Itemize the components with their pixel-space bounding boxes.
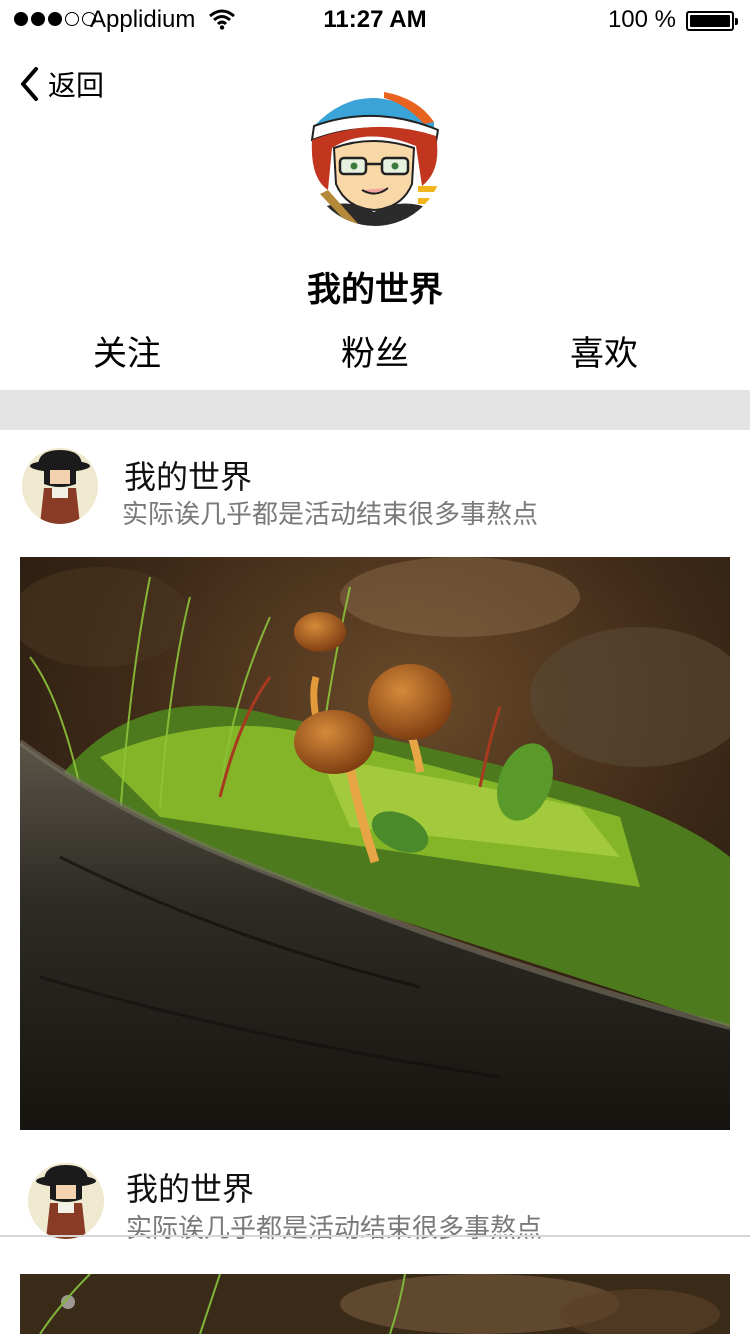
status-bar: Applidium 11:27 AM 100 % bbox=[0, 0, 750, 40]
post-author-avatar[interactable] bbox=[28, 1163, 104, 1239]
profile-name: 我的世界 bbox=[307, 270, 443, 310]
profile-screen: Applidium 11:27 AM 100 % 返回 我的世界 关注 粉丝 喜… bbox=[0, 0, 750, 1334]
post-image[interactable] bbox=[20, 1274, 730, 1334]
post-title: 我的世界 bbox=[126, 1170, 255, 1208]
post-author-avatar[interactable] bbox=[22, 448, 98, 524]
section-divider bbox=[0, 390, 750, 430]
profile-avatar[interactable] bbox=[306, 86, 444, 226]
separator-line bbox=[0, 1235, 750, 1237]
back-label: 返回 bbox=[48, 69, 105, 102]
battery-percentage: 100 % bbox=[607, 6, 676, 33]
post-image[interactable] bbox=[20, 557, 730, 1130]
tab-likes[interactable]: 喜欢 bbox=[514, 326, 694, 375]
tab-following[interactable]: 关注 bbox=[37, 326, 217, 375]
post-subtitle: 实际诶几乎都是活动结束很多事熬点 bbox=[126, 1214, 543, 1244]
post-title: 我的世界 bbox=[124, 458, 253, 496]
stats-bar: 关注 粉丝 喜欢 bbox=[0, 326, 750, 376]
battery-icon bbox=[686, 11, 738, 31]
tab-followers[interactable]: 粉丝 bbox=[285, 326, 465, 375]
back-button[interactable]: 返回 bbox=[18, 64, 104, 104]
chevron-left-icon bbox=[21, 67, 38, 101]
post-subtitle: 实际诶几乎都是活动结束很多事熬点 bbox=[122, 500, 539, 530]
